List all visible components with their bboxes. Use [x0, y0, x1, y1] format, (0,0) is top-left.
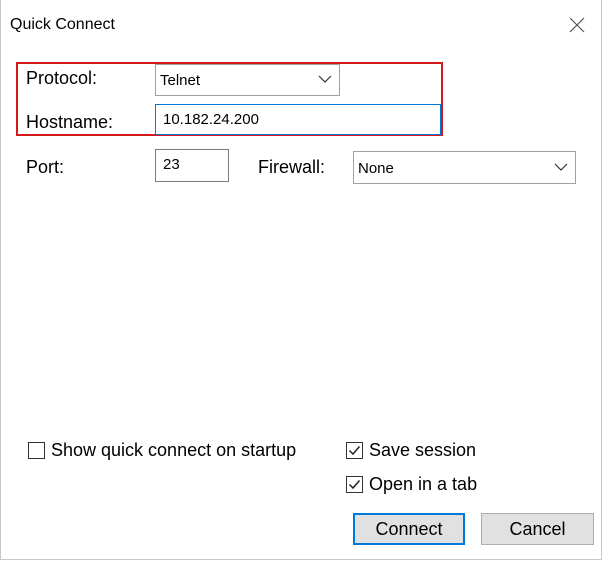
- cancel-button[interactable]: Cancel: [481, 513, 594, 545]
- quick-connect-dialog: Quick Connect Protocol: Telnet Hostname:…: [0, 0, 602, 560]
- port-label: Port:: [26, 157, 65, 177]
- protocol-value: Telnet: [160, 72, 201, 89]
- chevron-down-icon: [554, 163, 568, 171]
- port-input[interactable]: 23: [155, 149, 229, 182]
- protocol-label: Protocol:: [26, 68, 98, 88]
- firewall-select[interactable]: None: [353, 151, 576, 184]
- hostname-input[interactable]: 10.182.24.200: [155, 104, 441, 135]
- hostname-label: Hostname:: [26, 112, 114, 132]
- chevron-down-icon: [318, 75, 332, 83]
- save-session-label: Save session: [369, 440, 477, 460]
- checkmark-icon: [348, 446, 361, 456]
- firewall-value: None: [358, 160, 394, 177]
- port-value: 23: [163, 156, 180, 173]
- connect-button[interactable]: Connect: [353, 513, 465, 545]
- protocol-select[interactable]: Telnet: [155, 64, 340, 96]
- show-on-startup-label: Show quick connect on startup: [51, 440, 297, 460]
- close-icon[interactable]: [567, 15, 587, 35]
- hostname-value: 10.182.24.200: [163, 111, 259, 128]
- save-session-checkbox[interactable]: [346, 442, 363, 459]
- show-on-startup-checkbox[interactable]: [28, 442, 45, 459]
- checkmark-icon: [348, 480, 361, 490]
- open-in-tab-checkbox[interactable]: [346, 476, 363, 493]
- open-in-tab-label: Open in a tab: [369, 474, 478, 494]
- title-bar: Quick Connect: [1, 0, 601, 48]
- dialog-title: Quick Connect: [10, 16, 115, 33]
- firewall-label: Firewall:: [258, 157, 326, 177]
